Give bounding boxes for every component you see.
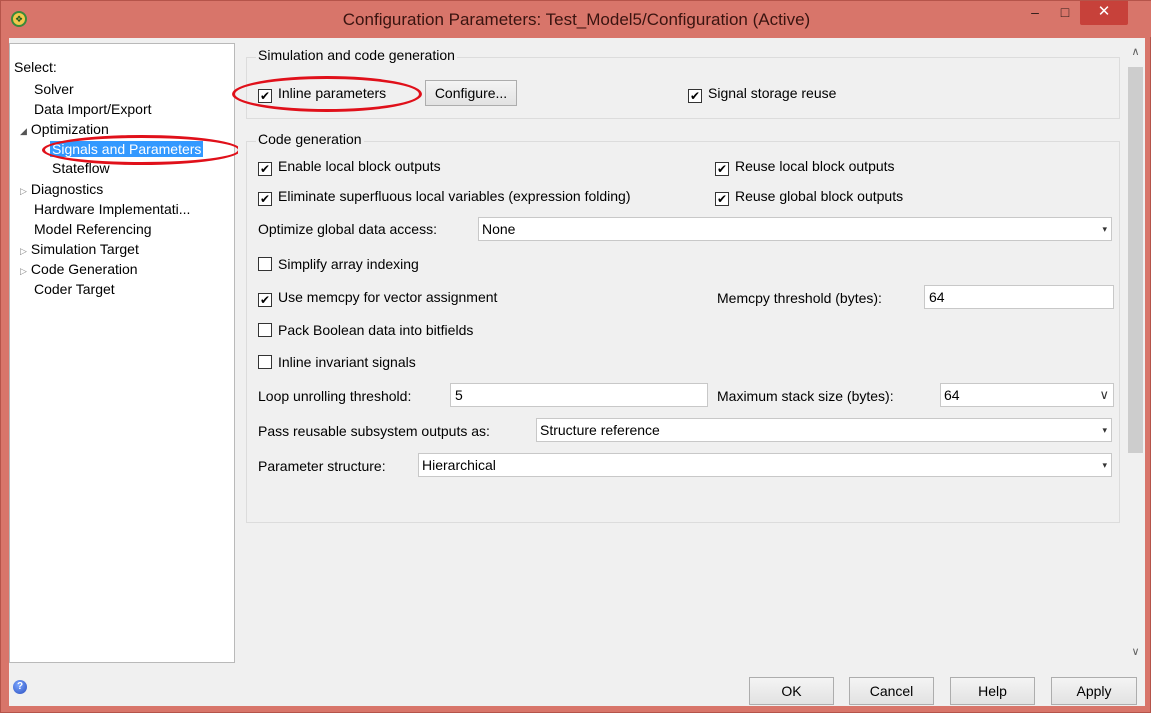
cancel-button[interactable]: Cancel [849, 677, 934, 705]
tree-item-hardware-implementation[interactable]: Hardware Implementati... [34, 201, 190, 217]
config-window: ❖ Configuration Parameters: Test_Model5/… [0, 0, 1151, 713]
reuse-local-block-outputs-label: Reuse local block outputs [735, 158, 895, 174]
checkbox-check-icon[interactable]: ✔ [258, 192, 272, 206]
tree-item-data-import-export[interactable]: Data Import/Export [34, 101, 152, 117]
tree-item-diagnostics[interactable]: ▷ Diagnostics [20, 181, 103, 199]
maximum-stack-size-value: 64 [944, 387, 960, 403]
inline-invariant-signals-checkbox[interactable]: Inline invariant signals [258, 354, 416, 372]
settings-panel: Simulation and code generation ✔ Inline p… [232, 43, 1122, 663]
maximum-stack-size-label: Maximum stack size (bytes): [717, 388, 894, 404]
code-generation-group-title: Code generation [256, 131, 364, 147]
pass-reusable-subsystem-outputs-dropdown[interactable]: Structure reference ▾ [536, 418, 1112, 442]
dropdown-arrow-icon[interactable]: ▾ [1102, 419, 1107, 441]
eliminate-superfluous-label: Eliminate superfluous local variables (e… [278, 188, 631, 204]
enable-local-block-outputs-label: Enable local block outputs [278, 158, 441, 174]
annotation-ellipse [232, 76, 422, 112]
checkbox-check-icon[interactable]: ✔ [688, 89, 702, 103]
checkbox-empty-icon[interactable] [258, 323, 272, 337]
loop-unrolling-threshold-input[interactable]: 5 [450, 383, 708, 407]
memcpy-threshold-label: Memcpy threshold (bytes): [717, 290, 882, 306]
scrollbar-thumb[interactable] [1128, 67, 1143, 453]
reuse-global-block-outputs-label: Reuse global block outputs [735, 188, 904, 204]
use-memcpy-checkbox[interactable]: ✔ Use memcpy for vector assignment [258, 289, 497, 307]
close-button[interactable]: ✕ [1080, 1, 1128, 25]
ok-button[interactable]: OK [749, 677, 834, 705]
simulation-group-title: Simulation and code generation [256, 47, 457, 63]
select-label: Select: [14, 59, 57, 75]
checkbox-check-icon[interactable]: ✔ [715, 192, 729, 206]
tree-item-diagnostics-label: Diagnostics [30, 181, 104, 197]
dialog-body: Select: Solver Data Import/Export ◢ Optim… [9, 38, 1145, 706]
tree-item-solver[interactable]: Solver [34, 81, 74, 97]
parameter-structure-label: Parameter structure: [258, 458, 386, 474]
tree-item-optimization-label: Optimization [30, 121, 109, 137]
checkbox-check-icon[interactable]: ✔ [258, 162, 272, 176]
pass-reusable-subsystem-outputs-label: Pass reusable subsystem outputs as: [258, 423, 490, 439]
apply-button[interactable]: Apply [1051, 677, 1137, 705]
checkbox-check-icon[interactable]: ✔ [715, 162, 729, 176]
scroll-up-arrow-icon[interactable]: ∧ [1126, 45, 1145, 58]
signal-storage-reuse-label: Signal storage reuse [708, 85, 837, 101]
memcpy-threshold-input[interactable]: 64 [924, 285, 1114, 309]
category-tree[interactable]: Select: Solver Data Import/Export ◢ Optim… [9, 43, 241, 663]
inline-invariant-signals-label: Inline invariant signals [278, 354, 416, 370]
checkbox-empty-icon[interactable] [258, 355, 272, 369]
simplify-array-indexing-label: Simplify array indexing [278, 256, 419, 272]
optimize-global-data-access-dropdown[interactable]: None ▾ [478, 217, 1112, 241]
tree-item-simulation-target-label: Simulation Target [30, 241, 139, 257]
optimize-global-data-access-label: Optimize global data access: [258, 221, 437, 237]
parameter-structure-value: Hierarchical [422, 457, 496, 473]
window-title: Configuration Parameters: Test_Model5/Co… [342, 10, 811, 29]
collapsed-arrow-icon[interactable]: ▷ [20, 186, 27, 196]
minimize-button[interactable]: – [1020, 1, 1050, 25]
simplify-array-indexing-checkbox[interactable]: Simplify array indexing [258, 256, 419, 274]
collapsed-arrow-icon[interactable]: ▷ [20, 246, 27, 256]
title-bar[interactable]: ❖ Configuration Parameters: Test_Model5/… [1, 1, 1151, 37]
checkbox-empty-icon[interactable] [258, 257, 272, 271]
tree-item-coder-target[interactable]: Coder Target [34, 281, 115, 297]
tree-item-code-generation[interactable]: ▷ Code Generation [20, 261, 138, 279]
annotation-ellipse [42, 135, 241, 165]
help-button[interactable]: Help [950, 677, 1035, 705]
enable-local-block-outputs-checkbox[interactable]: ✔ Enable local block outputs [258, 158, 441, 176]
use-memcpy-label: Use memcpy for vector assignment [278, 289, 498, 305]
pack-boolean-label: Pack Boolean data into bitfields [278, 322, 474, 338]
checkbox-check-icon[interactable]: ✔ [258, 293, 272, 307]
pack-boolean-checkbox[interactable]: Pack Boolean data into bitfields [258, 322, 473, 340]
signal-storage-reuse-checkbox[interactable]: ✔ Signal storage reuse [688, 85, 836, 103]
collapsed-arrow-icon[interactable]: ▷ [20, 266, 27, 276]
tree-item-code-generation-label: Code Generation [30, 261, 138, 277]
expanded-arrow-icon[interactable]: ◢ [20, 126, 27, 136]
help-icon[interactable]: ? [13, 680, 27, 694]
optimize-global-data-access-value: None [482, 221, 516, 237]
reuse-global-block-outputs-checkbox[interactable]: ✔ Reuse global block outputs [715, 188, 903, 206]
dropdown-arrow-icon[interactable]: ▾ [1102, 218, 1107, 240]
maximize-button[interactable]: □ [1050, 1, 1080, 25]
reuse-local-block-outputs-checkbox[interactable]: ✔ Reuse local block outputs [715, 158, 895, 176]
combo-arrow-icon[interactable]: ∨ [1099, 384, 1109, 406]
pass-reusable-subsystem-outputs-value: Structure reference [540, 422, 660, 438]
configure-button[interactable]: Configure... [425, 80, 517, 106]
maximum-stack-size-combobox[interactable]: 64 ∨ [940, 383, 1114, 407]
loop-unrolling-threshold-label: Loop unrolling threshold: [258, 388, 412, 404]
tree-item-model-referencing[interactable]: Model Referencing [34, 221, 152, 237]
dropdown-arrow-icon[interactable]: ▾ [1102, 454, 1107, 476]
parameter-structure-dropdown[interactable]: Hierarchical ▾ [418, 453, 1112, 477]
button-bar: ? OK Cancel Help Apply [9, 668, 1145, 706]
vertical-scrollbar[interactable]: ∧ ∨ [1126, 43, 1145, 663]
scroll-down-arrow-icon[interactable]: ∨ [1126, 645, 1145, 658]
eliminate-superfluous-checkbox[interactable]: ✔ Eliminate superfluous local variables (… [258, 188, 631, 206]
tree-item-simulation-target[interactable]: ▷ Simulation Target [20, 241, 139, 259]
